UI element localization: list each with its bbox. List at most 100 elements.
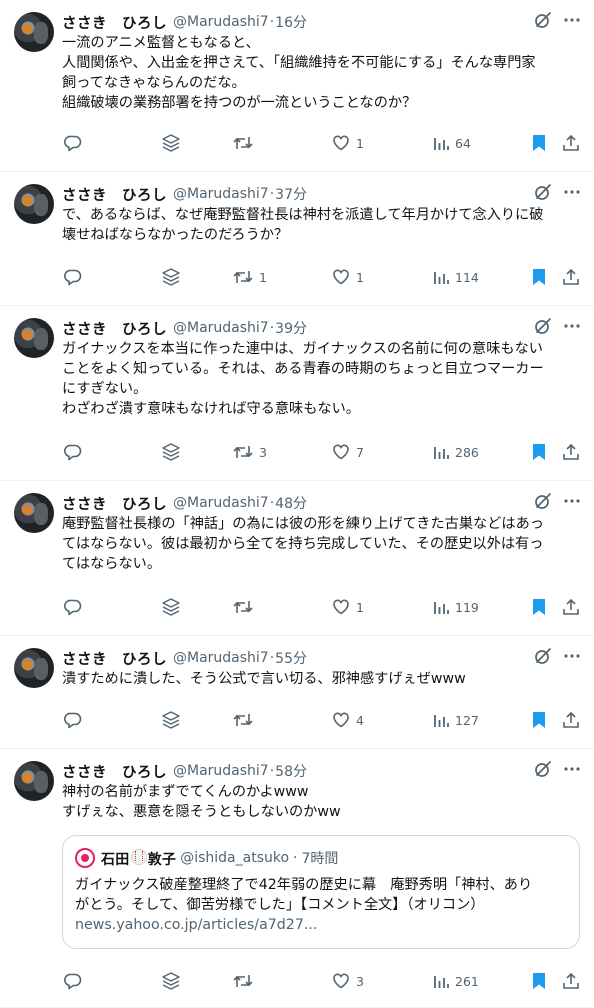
reply-button[interactable] (64, 971, 82, 991)
like-button[interactable]: 7 (332, 442, 364, 462)
views-button[interactable]: 261 (433, 971, 479, 991)
timestamp[interactable]: 55分 (275, 648, 307, 668)
share-button[interactable] (562, 442, 580, 462)
view-count: 286 (455, 444, 479, 460)
more-icon[interactable] (564, 183, 580, 205)
bookmark-button[interactable] (532, 133, 546, 153)
bookmark-button[interactable] (532, 971, 546, 991)
bookmark-button[interactable] (532, 442, 546, 462)
tweet-header: ささき ひろし @Marudashi7 · 37分 (62, 184, 580, 204)
reply-button[interactable] (64, 710, 82, 730)
like-button[interactable]: 4 (332, 710, 364, 730)
author-handle[interactable]: @Marudashi7 (173, 14, 269, 30)
reply-icon (64, 711, 82, 729)
stack-button[interactable] (161, 133, 181, 153)
like-button[interactable]: 3 (332, 971, 364, 991)
like-count: 1 (356, 599, 364, 615)
stack-button[interactable] (161, 597, 181, 617)
retweet-button[interactable] (233, 133, 259, 153)
header-icons (534, 11, 580, 33)
stack-button[interactable] (161, 710, 181, 730)
author-handle[interactable]: @Marudashi7 (173, 763, 269, 779)
author-name[interactable]: ささき ひろし (62, 648, 167, 669)
bookmark-button[interactable] (532, 267, 546, 287)
views-button[interactable]: 114 (433, 267, 479, 287)
retweet-button[interactable]: 3 (233, 442, 267, 462)
views-icon (433, 598, 449, 616)
timestamp[interactable]: 58分 (275, 761, 307, 781)
stack-button[interactable] (161, 267, 181, 287)
avatar[interactable] (14, 12, 54, 52)
quoted-tweet-card[interactable]: 石田 敦子 @ishida_atsuko · 7時間 ガイナックス破産整理終了で4… (62, 835, 580, 949)
text-line: で、あるならば、なぜ庵野監督社長は神村を派遣して年月かけて念入りに破 (62, 207, 544, 223)
quoted-avatar[interactable] (75, 848, 95, 868)
article-link[interactable]: news.yahoo.co.jp/articles/a7d27... (75, 915, 567, 935)
more-icon[interactable] (564, 317, 580, 339)
more-icon[interactable] (564, 11, 580, 33)
author-name[interactable]: ささき ひろし (62, 184, 167, 205)
author-name[interactable]: ささき ひろし (62, 493, 167, 514)
tweet[interactable]: ささき ひろし @Marudashi7 · 37分 で、あるならば、なぜ庵野監督… (0, 172, 594, 306)
like-button[interactable]: 1 (332, 133, 364, 153)
retweet-button[interactable] (233, 710, 259, 730)
grok-icon[interactable] (534, 11, 552, 33)
more-icon[interactable] (564, 647, 580, 669)
author-handle[interactable]: @Marudashi7 (173, 320, 269, 336)
share-button[interactable] (562, 597, 580, 617)
timestamp[interactable]: 39分 (275, 318, 307, 338)
reply-button[interactable] (64, 597, 82, 617)
stack-button[interactable] (161, 442, 181, 462)
author-name[interactable]: ささき ひろし (62, 761, 167, 782)
views-button[interactable]: 64 (433, 133, 471, 153)
retweet-button[interactable] (233, 597, 259, 617)
author-handle[interactable]: @Marudashi7 (173, 495, 269, 511)
author-handle[interactable]: @Marudashi7 (173, 650, 269, 666)
quoted-author-handle[interactable]: @ishida_atsuko (180, 850, 289, 866)
tweet[interactable]: ささき ひろし @Marudashi7 · 58分 神村の名前がまずでてくんのか… (0, 749, 594, 1008)
more-icon[interactable] (564, 492, 580, 514)
tweet[interactable]: ささき ひろし @Marudashi7 · 55分 潰すために潰した、そう公式で… (0, 636, 594, 749)
tweet[interactable]: ささき ひろし @Marudashi7 · 48分 庵野監督社長様の「神話」の為… (0, 481, 594, 636)
reply-button[interactable] (64, 133, 82, 153)
author-name[interactable]: ささき ひろし (62, 318, 167, 339)
more-icon[interactable] (564, 760, 580, 782)
stack-button[interactable] (161, 971, 181, 991)
bookmark-button[interactable] (532, 597, 546, 617)
author-handle[interactable]: @Marudashi7 (173, 186, 269, 202)
bookmark-button[interactable] (532, 710, 546, 730)
views-button[interactable]: 127 (433, 710, 479, 730)
grok-icon[interactable] (534, 492, 552, 514)
grok-icon[interactable] (534, 317, 552, 339)
like-button[interactable]: 1 (332, 597, 364, 617)
reply-button[interactable] (64, 442, 82, 462)
tweet[interactable]: ささき ひろし @Marudashi7 · 16分 一流のアニメ監督ともなると、… (0, 0, 594, 172)
grok-icon[interactable] (534, 183, 552, 205)
share-button[interactable] (562, 133, 580, 153)
share-button[interactable] (562, 267, 580, 287)
grok-icon[interactable] (534, 760, 552, 782)
retweet-button[interactable]: 1 (233, 267, 267, 287)
avatar[interactable] (14, 318, 54, 358)
timestamp[interactable]: 48分 (275, 493, 307, 513)
avatar[interactable] (14, 184, 54, 224)
grok-icon[interactable] (534, 647, 552, 669)
text-line: ガイナックスを本当に作った連中は、ガイナックスの名前に何の意味もない (62, 341, 543, 357)
views-button[interactable]: 286 (433, 442, 479, 462)
quoted-author-name[interactable]: 石田 敦子 (101, 848, 176, 869)
share-button[interactable] (562, 710, 580, 730)
timestamp[interactable]: 16分 (275, 12, 307, 32)
heart-icon (332, 443, 350, 461)
share-button[interactable] (562, 971, 580, 991)
avatar[interactable] (14, 761, 54, 801)
tweet[interactable]: ささき ひろし @Marudashi7 · 39分 ガイナックスを本当に作った連… (0, 306, 594, 481)
timestamp[interactable]: 37分 (275, 184, 307, 204)
reply-button[interactable] (64, 267, 82, 287)
avatar[interactable] (14, 648, 54, 688)
share-icon (562, 972, 580, 990)
retweet-button[interactable] (233, 971, 259, 991)
author-name[interactable]: ささき ひろし (62, 12, 167, 33)
views-button[interactable]: 119 (433, 597, 479, 617)
like-button[interactable]: 1 (332, 267, 364, 287)
quoted-timestamp[interactable]: 7時間 (302, 848, 339, 868)
avatar[interactable] (14, 493, 54, 533)
